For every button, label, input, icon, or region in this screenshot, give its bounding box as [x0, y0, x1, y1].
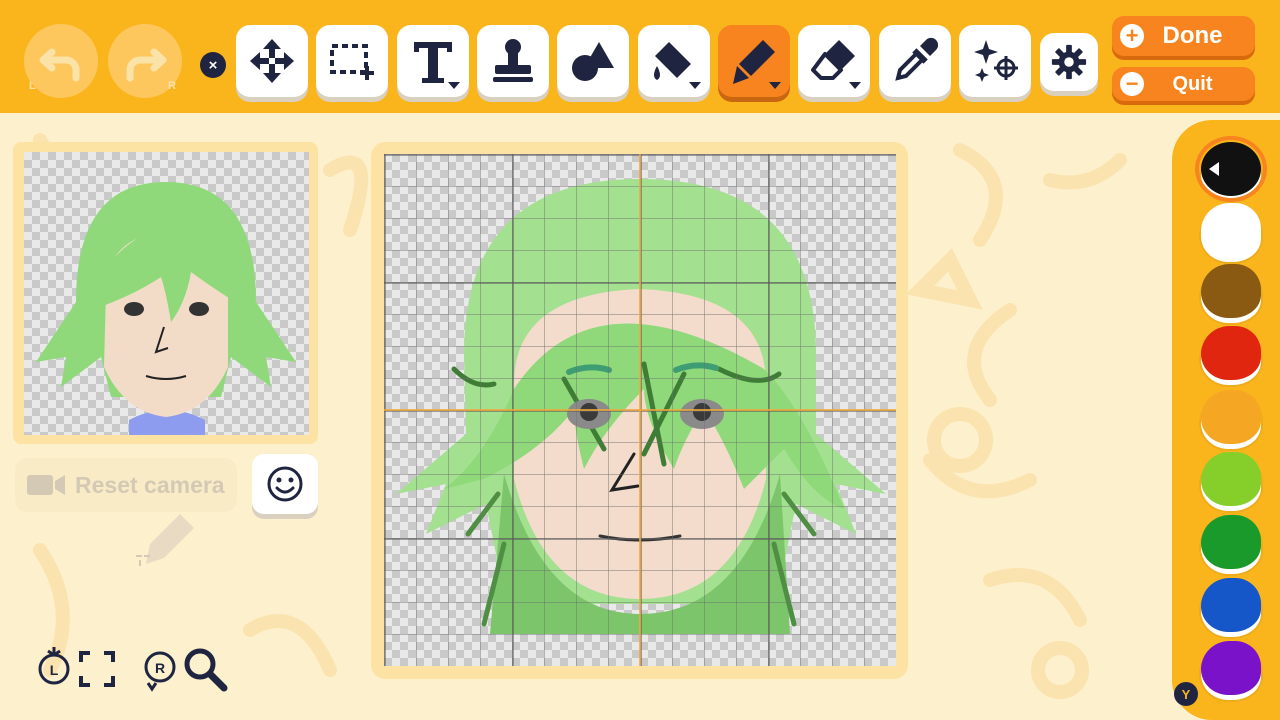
l-stick-icon: L	[38, 647, 70, 685]
shapes-icon	[572, 42, 614, 81]
caret-icon	[448, 82, 460, 89]
eraser-icon	[811, 40, 855, 80]
sparkle-tool-button[interactable]	[959, 25, 1031, 97]
color-swatch[interactable]	[1201, 452, 1261, 506]
pen-tool-button[interactable]	[718, 25, 790, 97]
caret-icon	[849, 82, 861, 89]
face-preview-button[interactable]	[252, 454, 318, 514]
fit-screen-button[interactable]	[78, 645, 116, 693]
selection-rect-icon	[330, 44, 374, 80]
marker-pen-icon	[733, 40, 775, 84]
color-swatch[interactable]	[1201, 515, 1261, 569]
eyedropper-icon	[895, 37, 939, 81]
settings-button[interactable]	[1040, 33, 1098, 91]
caret-icon	[689, 82, 701, 89]
gear-icon	[1051, 44, 1087, 80]
color-swatch[interactable]	[1201, 578, 1261, 632]
magnifier-icon	[184, 648, 228, 692]
preview-character-image	[36, 182, 296, 435]
pin-control-button[interactable]: L	[34, 645, 74, 693]
text-tool-button[interactable]	[397, 25, 469, 97]
shapes-tool-button[interactable]	[557, 25, 629, 97]
sparkle-target-icon	[974, 40, 1018, 82]
character-preview	[24, 152, 309, 435]
color-swatch[interactable]	[1201, 264, 1261, 318]
move-tool-button[interactable]	[236, 25, 308, 97]
r-stick-tag: R	[155, 660, 165, 676]
paint-bucket-icon	[654, 42, 691, 80]
color-swatch[interactable]	[1201, 326, 1261, 380]
y-button-hint[interactable]: Y	[1174, 682, 1198, 706]
eyedropper-tool-button[interactable]	[879, 25, 951, 97]
color-swatch[interactable]	[1201, 390, 1261, 444]
select-tool-button[interactable]	[316, 25, 388, 97]
zoom-button[interactable]	[182, 645, 228, 693]
quit-button[interactable]: − Quit	[1112, 67, 1255, 101]
close-toolbar-button[interactable]: ×	[200, 52, 226, 78]
color-swatch[interactable]	[1201, 641, 1261, 695]
done-label: Done	[1162, 22, 1223, 49]
plus-icon: +	[1120, 24, 1144, 48]
caret-icon	[769, 82, 781, 89]
undo-icon	[39, 48, 80, 82]
quit-label: Quit	[1172, 72, 1213, 95]
stamp-tool-button[interactable]	[477, 25, 549, 97]
text-icon	[414, 42, 452, 83]
drawing-canvas[interactable]	[384, 154, 896, 666]
zoom-tag: L	[50, 662, 59, 678]
move-arrows-icon	[250, 39, 294, 83]
color-swatch[interactable]	[1201, 203, 1261, 257]
smiley-face-icon	[267, 466, 303, 502]
pen-cursor-icon	[136, 514, 194, 566]
camera-icon	[27, 475, 65, 495]
undo-shortcut-tag: L	[29, 80, 36, 92]
eraser-tool-button[interactable]	[798, 25, 870, 97]
done-button[interactable]: + Done	[1112, 16, 1255, 56]
redo-icon	[126, 48, 167, 82]
stamp-icon	[493, 39, 533, 82]
selected-color-indicator	[1209, 162, 1219, 176]
r-stick-button[interactable]: R	[140, 645, 180, 693]
fullscreen-icon	[79, 651, 115, 687]
minus-icon: −	[1120, 72, 1144, 96]
r-stick-icon: R	[144, 651, 176, 692]
horizontal-center-guide	[384, 409, 896, 411]
reset-camera-label: Reset camera	[75, 471, 225, 498]
reset-camera-button[interactable]: Reset camera	[15, 458, 237, 512]
fill-tool-button[interactable]	[638, 25, 710, 97]
redo-shortcut-tag: R	[168, 80, 176, 92]
